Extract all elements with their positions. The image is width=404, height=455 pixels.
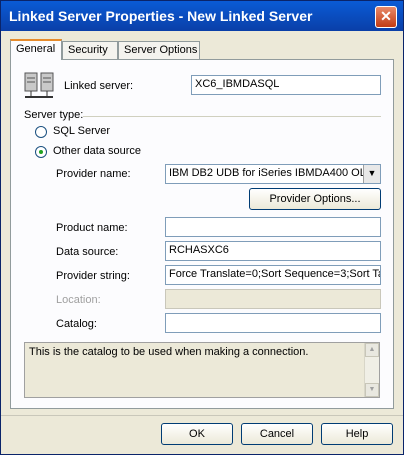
location-label: Location: bbox=[56, 294, 101, 306]
server-type-divider bbox=[83, 116, 381, 117]
product-name-field[interactable] bbox=[165, 217, 381, 237]
provider-options-button[interactable]: Provider Options... bbox=[249, 188, 381, 210]
scroll-down-icon[interactable]: ▼ bbox=[365, 383, 379, 397]
sql-server-radio[interactable] bbox=[35, 126, 47, 138]
provider-string-field[interactable]: Force Translate=0;Sort Sequence=3;Sort T… bbox=[165, 265, 381, 285]
linked-server-properties-dialog: Linked Server Properties - New Linked Se… bbox=[0, 0, 404, 455]
provider-name-label: Provider name: bbox=[56, 168, 131, 180]
data-source-field[interactable]: RCHASXC6 bbox=[165, 241, 381, 261]
footer-divider bbox=[1, 415, 403, 416]
linked-server-label: Linked server: bbox=[64, 80, 134, 92]
title-bar[interactable]: Linked Server Properties - New Linked Se… bbox=[1, 1, 403, 31]
catalog-field[interactable] bbox=[165, 313, 381, 333]
linked-server-field[interactable]: XC6_IBMDASQL bbox=[191, 75, 381, 95]
close-icon[interactable]: ✕ bbox=[375, 6, 397, 28]
catalog-label: Catalog: bbox=[56, 318, 97, 330]
description-box: This is the catalog to be used when maki… bbox=[24, 342, 380, 398]
description-scrollbar[interactable]: ▲ ▼ bbox=[364, 343, 379, 397]
server-type-label: Server type: bbox=[24, 109, 84, 121]
linked-server-icon bbox=[24, 72, 54, 98]
product-name-label: Product name: bbox=[56, 222, 128, 234]
provider-name-select[interactable]: IBM DB2 UDB for iSeries IBMDA400 OLE ▼ bbox=[165, 164, 381, 184]
tab-server-options[interactable]: Server Options bbox=[118, 41, 200, 59]
other-data-source-radio[interactable] bbox=[35, 146, 47, 158]
provider-name-value: IBM DB2 UDB for iSeries IBMDA400 OLE bbox=[169, 167, 374, 179]
other-data-source-label[interactable]: Other data source bbox=[53, 145, 141, 157]
help-button[interactable]: Help bbox=[321, 423, 393, 445]
provider-string-label: Provider string: bbox=[56, 270, 130, 282]
tab-security[interactable]: Security bbox=[62, 41, 118, 59]
cancel-button[interactable]: Cancel bbox=[241, 423, 313, 445]
data-source-label: Data source: bbox=[56, 246, 119, 258]
description-text: This is the catalog to be used when maki… bbox=[29, 346, 309, 358]
window-title: Linked Server Properties - New Linked Se… bbox=[9, 8, 313, 24]
scroll-up-icon[interactable]: ▲ bbox=[365, 343, 379, 357]
sql-server-label[interactable]: SQL Server bbox=[53, 125, 110, 137]
tab-general[interactable]: General bbox=[10, 39, 62, 60]
chevron-down-icon[interactable]: ▼ bbox=[363, 165, 380, 183]
general-tab-panel: Linked server: XC6_IBMDASQL Server type:… bbox=[10, 59, 394, 409]
ok-button[interactable]: OK bbox=[161, 423, 233, 445]
location-field bbox=[165, 289, 381, 309]
